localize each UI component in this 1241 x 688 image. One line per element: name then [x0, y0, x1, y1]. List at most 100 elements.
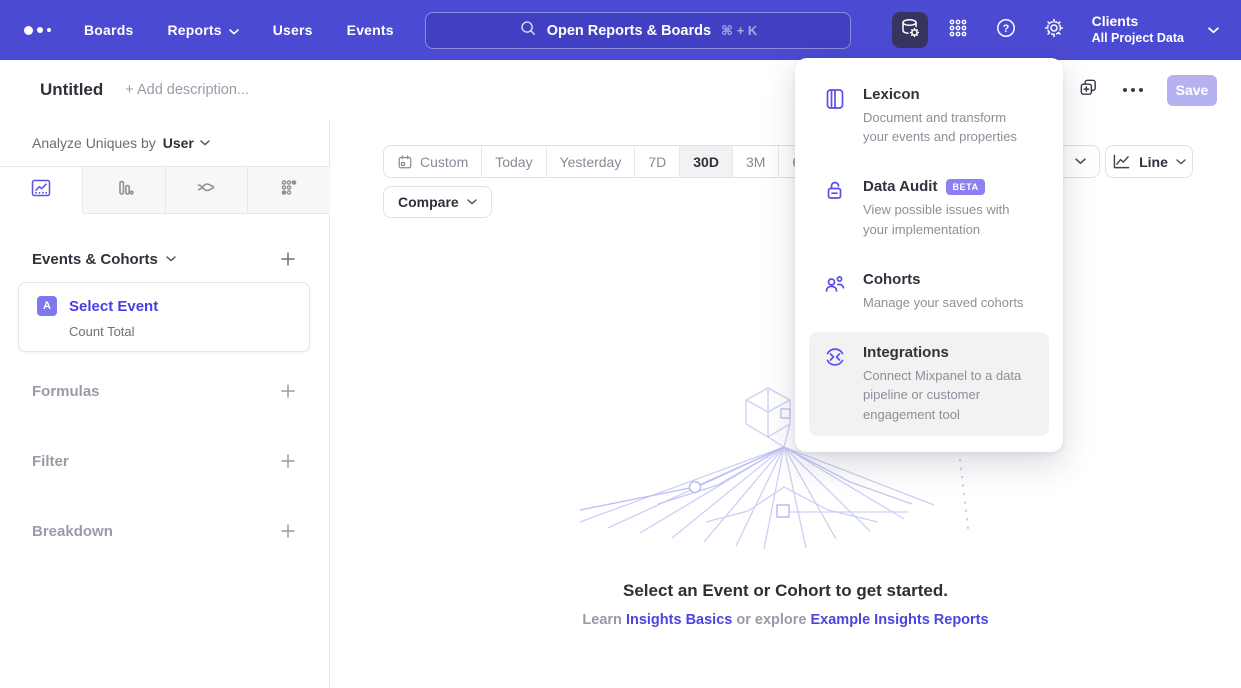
menu-item-desc: View possible issues with your implement…: [863, 200, 1035, 238]
nav-item-label: Boards: [84, 22, 133, 38]
menu-item-text: Lexicon Document and transform your even…: [863, 86, 1025, 146]
menu-item-title: Data Audit BETA: [863, 178, 1035, 195]
search-shortcut: ⌘ + K: [721, 23, 757, 39]
nav-links: Boards Reports Users Events: [84, 22, 394, 38]
line-chart-icon: [1112, 153, 1131, 170]
events-cohorts-dropdown[interactable]: Events & Cohorts: [32, 251, 176, 268]
formulas-label: Formulas: [32, 383, 100, 400]
settings-button[interactable]: [1036, 12, 1072, 48]
add-filter-button[interactable]: [280, 453, 296, 469]
copy-plus-icon: [1078, 77, 1099, 103]
select-event-button[interactable]: Select Event: [69, 298, 158, 315]
analyze-by-dropdown[interactable]: User: [163, 135, 210, 151]
filter-section: Filter: [0, 448, 330, 474]
data-management-button[interactable]: [892, 12, 928, 48]
analyze-label: Analyze Uniques by: [32, 135, 156, 151]
nav-item-label: Reports: [167, 22, 221, 38]
date-range-custom[interactable]: Custom: [384, 146, 482, 177]
add-breakdown-button[interactable]: [280, 523, 296, 539]
mixpanel-insights-app: Boards Reports Users Events Open Reports…: [0, 0, 1241, 688]
menu-item-title: Cohorts: [863, 271, 1023, 288]
calendar-icon: [397, 154, 413, 170]
menu-item-title: Lexicon: [863, 86, 1025, 103]
event-aggregation-label[interactable]: Count Total: [69, 324, 309, 339]
chart-type-dropdown[interactable]: Line: [1105, 145, 1193, 178]
chevron-down-icon: [200, 140, 210, 146]
nav-item-reports[interactable]: Reports: [167, 22, 238, 38]
nav-item-label: Users: [273, 22, 313, 38]
search-placeholder: Open Reports & Boards: [547, 23, 711, 39]
flows-tab-icon: [195, 177, 217, 204]
events-cohorts-label: Events & Cohorts: [32, 251, 158, 268]
date-range-7d[interactable]: 7D: [635, 146, 680, 177]
date-range-3m[interactable]: 3M: [733, 146, 779, 177]
event-card[interactable]: A Select Event Count Total: [18, 282, 310, 352]
nav-item-boards[interactable]: Boards: [84, 22, 133, 38]
gear-icon: [1043, 17, 1065, 44]
question-circle-icon: ?: [995, 17, 1017, 44]
mixpanel-logo-icon[interactable]: [24, 26, 68, 35]
add-event-button[interactable]: [280, 251, 296, 267]
analyze-row: Analyze Uniques by User: [0, 120, 329, 166]
nav-item-events[interactable]: Events: [347, 22, 394, 38]
menu-item-data-audit[interactable]: Data Audit BETA View possible issues wit…: [809, 166, 1049, 250]
menu-item-title-text: Data Audit: [863, 178, 937, 195]
global-search-input[interactable]: Open Reports & Boards ⌘ + K: [425, 12, 851, 49]
menu-item-text: Data Audit BETA View possible issues wit…: [863, 178, 1035, 238]
tab-metrics[interactable]: [248, 167, 330, 214]
project-name: All Project Data: [1092, 31, 1184, 47]
menu-item-title: Integrations: [863, 344, 1035, 361]
event-series-badge: A: [37, 296, 57, 316]
compare-dropdown[interactable]: Compare: [383, 186, 492, 218]
report-title[interactable]: Untitled: [40, 80, 103, 100]
svg-text:?: ?: [1002, 23, 1009, 35]
grid-dots-icon: [947, 17, 969, 44]
chevron-down-icon[interactable]: [1208, 21, 1219, 39]
filter-label: Filter: [32, 453, 69, 470]
menu-item-cohorts[interactable]: Cohorts Manage your saved cohorts: [809, 259, 1049, 324]
data-management-menu: Lexicon Document and transform your even…: [795, 58, 1063, 452]
metrics-tab-icon: [278, 177, 300, 204]
menu-item-integrations[interactable]: Integrations Connect Mixpanel to a data …: [809, 332, 1049, 436]
example-reports-link[interactable]: Example Insights Reports: [811, 612, 989, 628]
menu-item-text: Cohorts Manage your saved cohorts: [863, 271, 1023, 312]
lexicon-book-icon: [823, 87, 847, 111]
date-range-control: Custom Today Yesterday 7D 30D 3M 6M: [383, 145, 826, 178]
menu-item-desc: Manage your saved cohorts: [863, 293, 1023, 312]
insights-basics-link[interactable]: Insights Basics: [626, 612, 732, 628]
more-options-button[interactable]: [1123, 88, 1143, 92]
empty-state-links: Learn Insights Basics or explore Example…: [330, 612, 1241, 628]
learn-prefix: Learn: [582, 612, 622, 628]
nav-item-users[interactable]: Users: [273, 22, 313, 38]
date-range-yesterday[interactable]: Yesterday: [547, 146, 636, 177]
analyze-by-value: User: [163, 135, 194, 151]
chevron-down-icon: [1176, 159, 1186, 165]
formulas-section: Formulas: [0, 378, 330, 404]
menu-item-lexicon[interactable]: Lexicon Document and transform your even…: [809, 74, 1049, 158]
menu-item-desc: Document and transform your events and p…: [863, 108, 1025, 146]
cohorts-people-icon: [823, 272, 847, 296]
event-card-top: A Select Event: [37, 296, 309, 316]
duplicate-button[interactable]: [1078, 77, 1099, 103]
integrations-sync-icon: [823, 345, 847, 369]
org-name: Clients: [1092, 13, 1184, 31]
project-switcher[interactable]: Clients All Project Data: [1092, 13, 1184, 46]
compare-label: Compare: [398, 194, 459, 210]
report-header-actions: Save: [1078, 60, 1217, 120]
date-range-30d[interactable]: 30D: [680, 146, 733, 177]
date-range-label: 30D: [693, 154, 719, 170]
date-range-label: Today: [495, 154, 532, 170]
or-explore-text: or explore: [736, 612, 806, 628]
save-button[interactable]: Save: [1167, 75, 1217, 106]
apps-grid-button[interactable]: [940, 12, 976, 48]
add-formula-button[interactable]: [280, 383, 296, 399]
date-range-today[interactable]: Today: [482, 146, 546, 177]
help-button[interactable]: ?: [988, 12, 1024, 48]
menu-item-desc: Connect Mixpanel to a data pipeline or c…: [863, 366, 1035, 424]
tab-insights-line[interactable]: [0, 167, 83, 214]
chart-type-label: Line: [1139, 154, 1168, 170]
tab-bar-chart[interactable]: [83, 167, 166, 214]
tab-flows[interactable]: [166, 167, 249, 214]
plus-icon: [280, 523, 296, 539]
add-description-field[interactable]: + Add description...: [125, 82, 249, 98]
